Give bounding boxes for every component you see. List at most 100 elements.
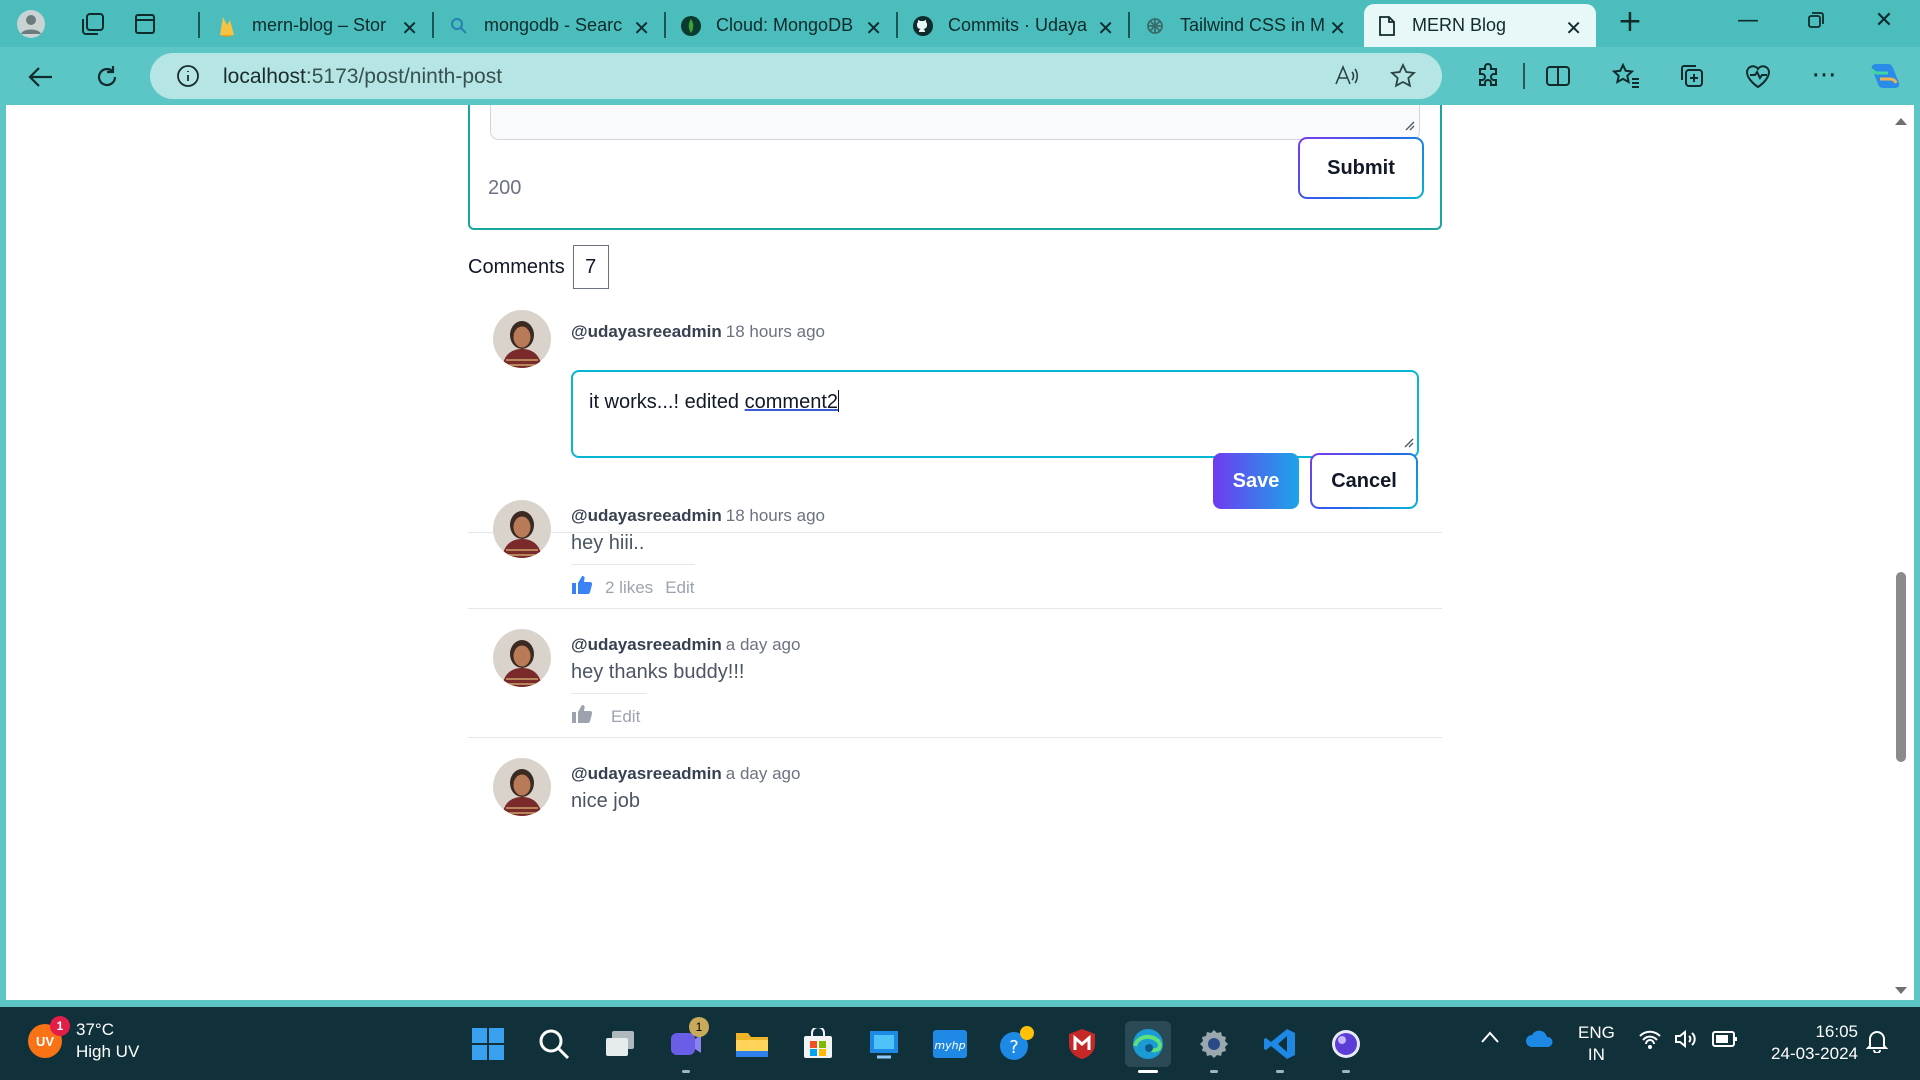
scroll-down-arrow-icon[interactable] [1894,981,1908,1000]
collections-icon[interactable] [1674,58,1710,94]
spellcheck-marked-word[interactable]: comment2 [745,391,838,413]
avatar[interactable] [493,629,551,687]
comment-username[interactable]: @udayasreeadmin [571,764,722,783]
browser-tab-strip: mern-blog – Stor ✕ mongodb - Searc ✕ Clo… [0,0,1920,47]
myhp-icon[interactable]: myhp [927,1021,973,1067]
mcafee-icon[interactable] [1059,1021,1105,1067]
tab-actions-icon[interactable] [128,7,162,41]
tab-close-icon[interactable]: ✕ [1097,16,1114,40]
comment-form: 200 Submit [468,105,1442,230]
extensions-icon[interactable] [1470,58,1506,94]
comments-header: Comments 7 [468,245,609,289]
workspaces-icon[interactable] [76,7,110,41]
tab-github-commits[interactable]: Commits · Udaya ✕ [900,4,1128,47]
comment-item: @udayasreeadmin 18 hours ago it works...!… [468,310,1442,533]
page-scrollbar[interactable] [1888,105,1914,1000]
microsoft-store-icon[interactable] [795,1021,841,1067]
tab-close-icon[interactable]: ✕ [865,16,882,40]
tab-close-icon[interactable]: ✕ [1565,16,1582,40]
restore-icon[interactable] [1796,10,1836,35]
more-options-icon[interactable]: ··· [1806,58,1842,94]
profile-avatar-icon[interactable] [14,7,48,41]
weather-widget[interactable]: UV 1 37°C High UV [28,1016,139,1063]
settings-gear-icon[interactable] [1191,1021,1237,1073]
scrollbar-thumb[interactable] [1896,572,1906,762]
scroll-up-arrow-icon[interactable] [1894,111,1908,130]
get-help-icon[interactable]: ? [993,1021,1039,1067]
file-explorer-icon[interactable] [729,1021,775,1067]
edit-comment-button[interactable]: Edit [611,707,640,727]
like-thumb-icon[interactable] [571,704,593,729]
tab-title: mern-blog – Stor [252,15,387,35]
avatar[interactable] [493,500,551,558]
refresh-icon[interactable] [88,58,126,96]
comment-divider [468,737,1442,738]
vscode-icon[interactable] [1257,1021,1303,1073]
task-view-icon[interactable] [597,1021,643,1067]
browser-toolbar: localhost:5173/post/ninth-post ··· [0,47,1920,105]
screen-recorder-icon[interactable] [1323,1021,1369,1073]
language-indicator[interactable]: ENG IN [1578,1022,1615,1066]
favorites-icon[interactable] [1608,58,1644,94]
edge-browser-icon[interactable] [1125,1021,1171,1073]
tab-close-icon[interactable]: ✕ [1329,16,1346,40]
comment-username[interactable]: @udayasreeadmin [571,322,722,341]
resize-handle-icon[interactable] [1402,431,1414,454]
toolbar-separator [1523,63,1525,89]
firebase-icon [216,15,238,37]
browser-essentials-icon[interactable] [1740,58,1776,94]
address-bar[interactable]: localhost:5173/post/ninth-post [150,53,1442,99]
onedrive-cloud-icon[interactable] [1524,1029,1554,1054]
weather-text: 37°C High UV [76,1019,139,1063]
notepad-app-icon[interactable] [861,1021,907,1067]
copilot-icon[interactable] [1866,58,1902,94]
resize-handle-icon[interactable] [1403,118,1415,136]
edit-comment-textarea[interactable]: it works...! edited comment2 [571,370,1419,458]
tab-cloud-mongodb[interactable]: Cloud: MongoDB ✕ [668,4,896,47]
comment-username[interactable]: @udayasreeadmin [571,506,722,525]
running-indicator [682,1070,690,1073]
comment-username[interactable]: @udayasreeadmin [571,635,722,654]
tab-title: Tailwind CSS in M [1180,15,1326,35]
minimize-icon[interactable]: — [1728,8,1768,33]
avatar[interactable] [493,310,551,368]
search-icon [448,15,470,37]
tab-tailwind-chatgpt[interactable]: Tailwind CSS in M ✕ [1132,4,1360,47]
running-indicator [1138,1070,1158,1073]
notifications-bell-icon[interactable] [1865,1029,1889,1058]
wifi-icon[interactable] [1638,1029,1662,1054]
comment-divider [468,608,1442,609]
system-clock[interactable]: 16:05 24-03-2024 [1762,1021,1858,1065]
like-thumb-icon[interactable] [571,575,593,600]
comment-item: @udayasreeadmin 18 hours ago hey hiii.. 2… [468,500,1442,630]
show-hidden-icons-chevron-icon[interactable] [1480,1029,1500,1049]
new-comment-textarea[interactable] [490,105,1420,140]
url-text[interactable]: localhost:5173/post/ninth-post [223,65,502,89]
start-button[interactable] [465,1021,511,1067]
close-window-icon[interactable]: ✕ [1864,8,1904,33]
windows-taskbar: UV 1 37°C High UV 1 myhp ? ENG IN 16:05 … [0,1007,1920,1080]
submit-comment-button[interactable]: Submit [1298,137,1424,199]
search-icon[interactable] [531,1021,577,1067]
edit-comment-button[interactable]: Edit [665,578,694,598]
read-aloud-icon[interactable] [1334,64,1360,92]
new-tab-icon[interactable]: + [1610,4,1650,39]
tab-close-icon[interactable]: ✕ [401,16,418,40]
back-icon[interactable] [22,58,60,96]
tab-close-icon[interactable]: ✕ [633,16,650,40]
favorite-star-icon[interactable] [1389,62,1417,93]
volume-icon[interactable] [1674,1029,1700,1054]
teams-chat-icon[interactable]: 1 [663,1017,709,1073]
tab-mern-blog[interactable]: MERN Blog ✕ [1364,4,1596,47]
avatar[interactable] [493,758,551,816]
comment-time: a day ago [725,764,801,783]
edit-text: it works...! edited [589,391,745,413]
tab-mern-blog-storage[interactable]: mern-blog – Stor ✕ [204,4,432,47]
split-screen-icon[interactable] [1540,58,1576,94]
site-info-icon[interactable] [176,64,200,92]
comments-label: Comments [468,255,565,278]
comment-time: 18 hours ago [725,506,826,525]
comment-actions: 2 likes Edit [571,564,695,600]
tab-mongodb-search[interactable]: mongodb - Searc ✕ [436,4,664,47]
battery-icon[interactable] [1712,1030,1738,1053]
